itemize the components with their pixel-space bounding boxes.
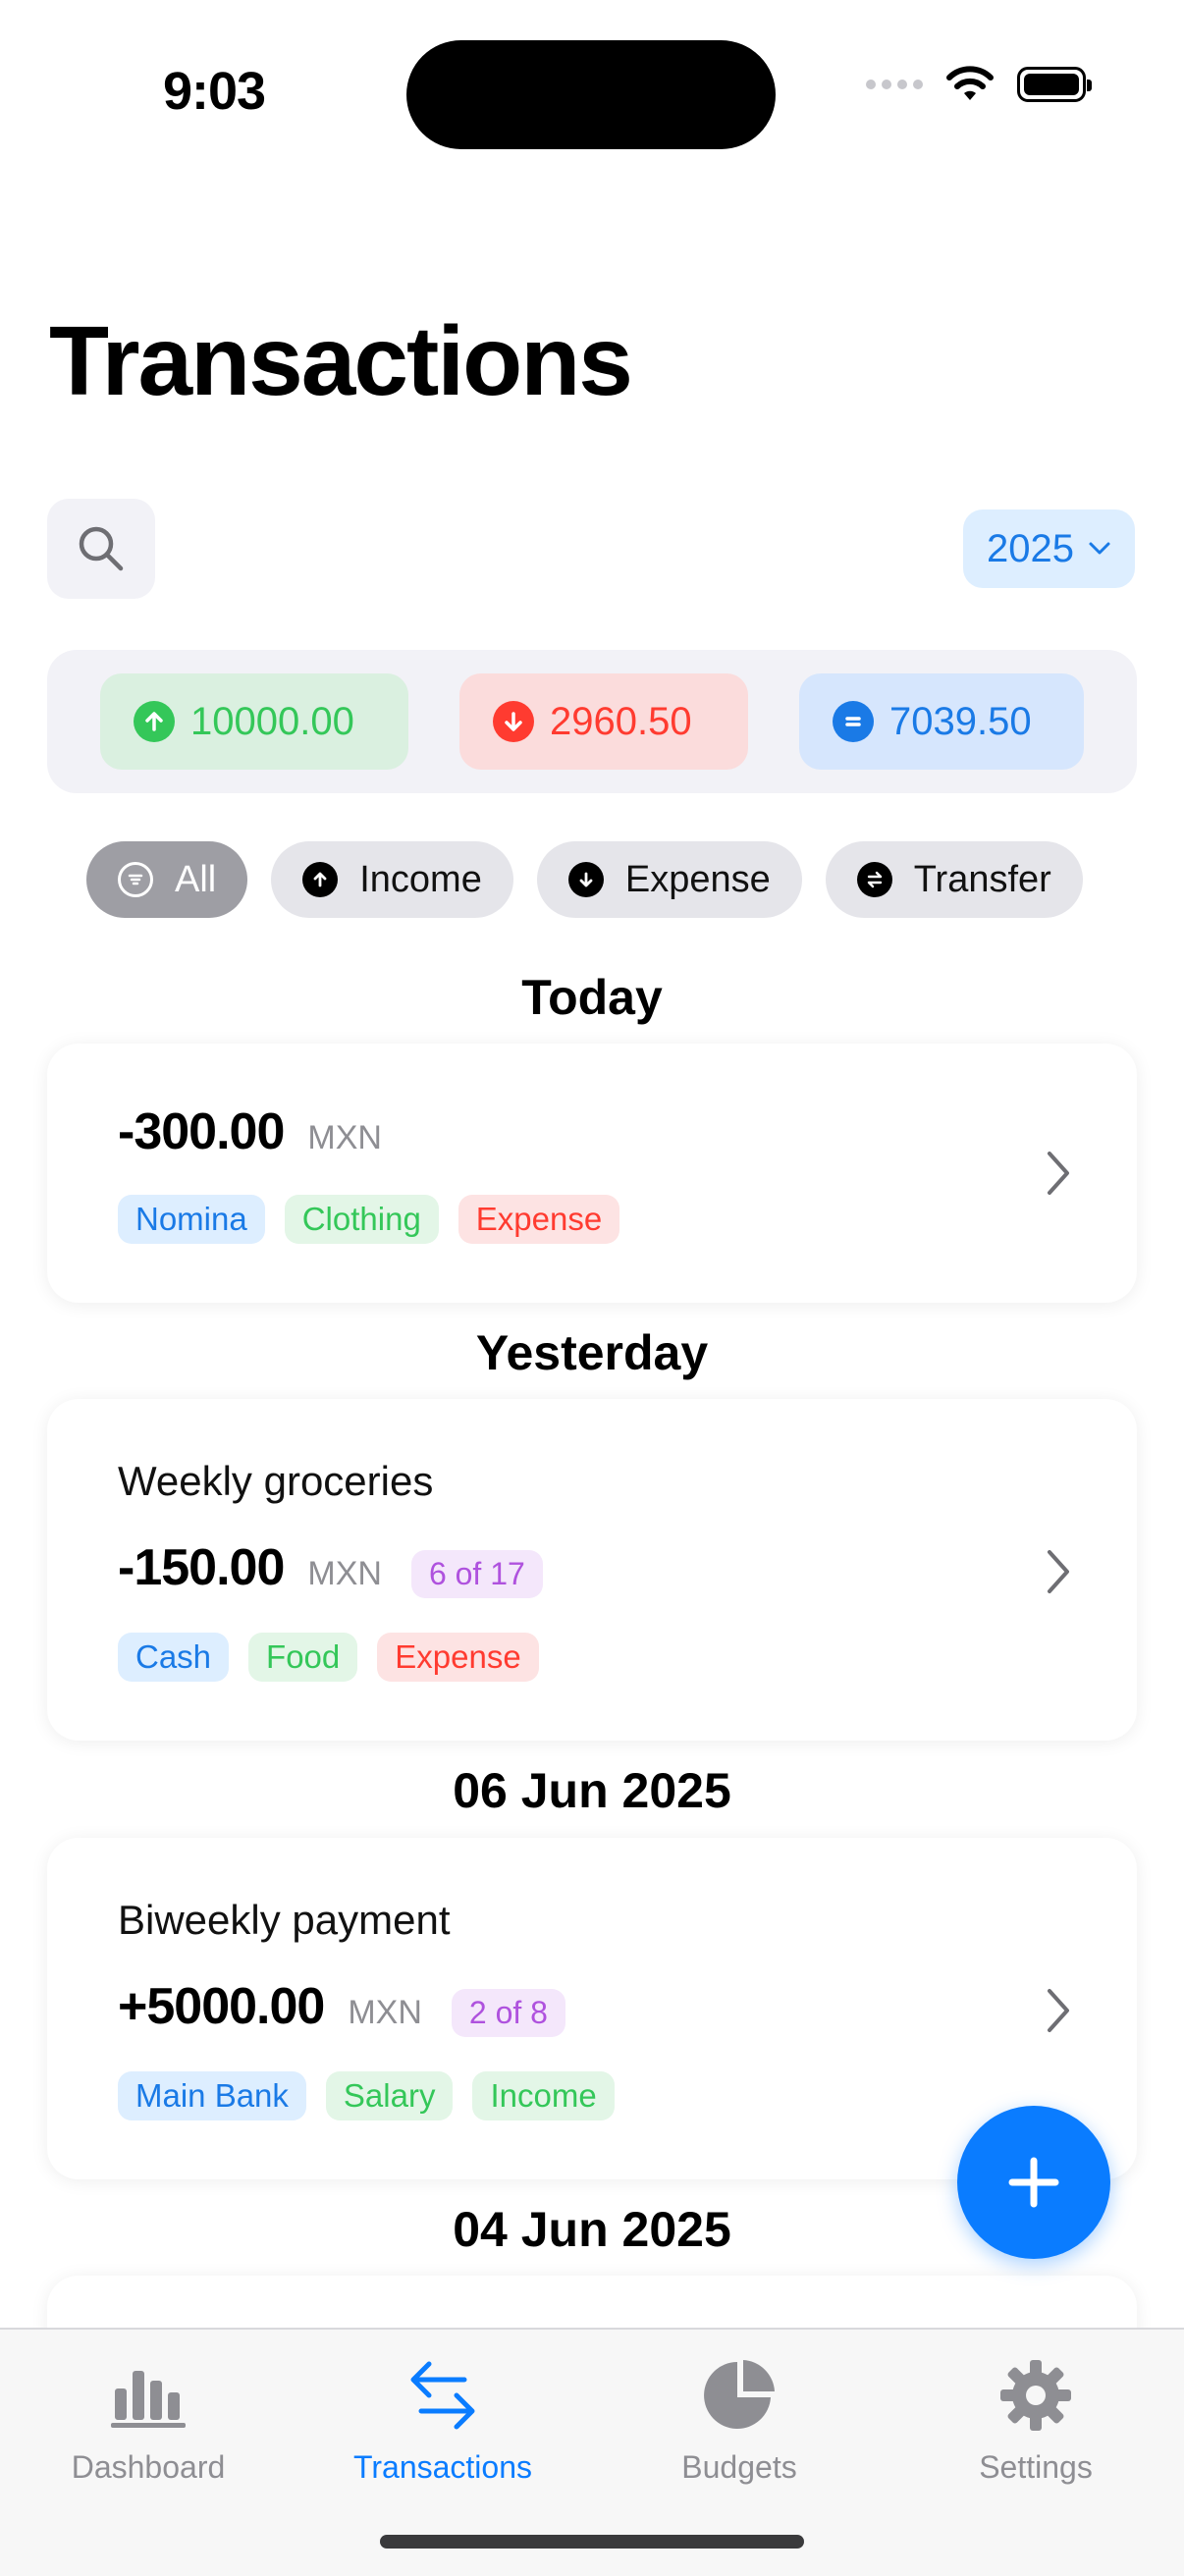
tab-label: Budgets (681, 2449, 797, 2485)
transaction-card[interactable]: Biweekly payment +5000.00 MXN 2 of 8 Mai… (47, 1838, 1137, 2179)
transaction-description: Weekly groceries (118, 1458, 434, 1504)
transaction-card[interactable]: -300.00 MXN Nomina Clothing Expense (47, 1044, 1137, 1303)
filter-income[interactable]: Income (271, 841, 513, 918)
add-transaction-button[interactable] (957, 2106, 1110, 2259)
type-tag: Income (472, 2071, 615, 2120)
transaction-amount: -300.00 (118, 1103, 285, 1160)
tab-budgets[interactable]: Budgets (592, 2351, 887, 2486)
status-time: 9:03 (163, 62, 266, 121)
category-tag: Salary (325, 2071, 454, 2120)
battery-icon (1017, 67, 1092, 102)
amount-row: -300.00 MXN (118, 1102, 382, 1161)
list-circle-icon (118, 862, 153, 897)
wifi-icon (946, 66, 994, 100)
home-indicator (380, 2535, 804, 2549)
filter-transfer[interactable]: Transfer (825, 841, 1083, 918)
income-total-pill: 10000.00 (100, 673, 408, 770)
filter-all[interactable]: All (86, 841, 248, 918)
arrow-down-circle-icon (493, 701, 534, 742)
type-filter-bar: All Income Expense Transfer (86, 841, 1083, 918)
filter-label: Expense (624, 858, 771, 900)
transaction-description: Biweekly payment (118, 1897, 451, 1943)
arrows-swap-icon (410, 2361, 475, 2430)
tag-list: Cash Food Expense (118, 1633, 539, 1682)
arrow-up-circle-icon (134, 701, 175, 742)
filter-expense[interactable]: Expense (536, 841, 802, 918)
chevron-right-icon (1048, 1550, 1069, 1593)
transaction-currency: MXN (307, 1555, 382, 1592)
amount-row: -150.00 MXN 6 of 17 (118, 1538, 543, 1598)
chevron-right-icon (1048, 1989, 1069, 2032)
equals-circle-icon (833, 701, 874, 742)
filter-label: All (175, 858, 217, 900)
tab-transactions[interactable]: Transactions (296, 2351, 590, 2486)
tag-list: Nomina Clothing Expense (118, 1195, 620, 1244)
tab-label: Dashboard (71, 2449, 226, 2485)
category-tag: Food (248, 1633, 358, 1682)
transaction-amount: +5000.00 (118, 1978, 325, 2035)
arrows-swap-circle-icon (856, 862, 892, 897)
status-icons (866, 65, 1092, 104)
transaction-currency: MXN (307, 1119, 382, 1156)
arrow-up-circle-icon (302, 862, 339, 897)
search-icon (79, 526, 124, 571)
arrow-down-circle-icon (567, 862, 604, 897)
tab-label: Transactions (353, 2449, 532, 2485)
income-total: 10000.00 (190, 699, 354, 743)
search-button[interactable] (47, 499, 155, 599)
summary-panel: 10000.00 2960.50 7039.50 (47, 650, 1137, 793)
expense-total-pill: 2960.50 (459, 673, 748, 770)
page-title: Transactions (49, 306, 633, 416)
section-header-date: 06 Jun 2025 (453, 1763, 731, 1818)
dynamic-island (406, 40, 776, 149)
tab-dashboard[interactable]: Dashboard (1, 2351, 296, 2486)
account-tag: Main Bank (118, 2071, 306, 2120)
gear-icon (1000, 2360, 1071, 2431)
expense-total: 2960.50 (550, 699, 692, 743)
installment-badge: 6 of 17 (410, 1550, 543, 1598)
transaction-amount: -150.00 (118, 1539, 285, 1596)
filter-label: Income (359, 858, 482, 900)
bar-chart-icon (111, 2371, 186, 2428)
type-tag: Expense (457, 1195, 620, 1244)
tab-label: Settings (979, 2449, 1093, 2485)
section-header-yesterday: Yesterday (475, 1325, 709, 1380)
balance-total-pill: 7039.50 (799, 673, 1084, 770)
filter-label: Transfer (913, 858, 1051, 900)
tag-list: Main Bank Salary Income (118, 2071, 615, 2120)
balance-total: 7039.50 (889, 699, 1032, 743)
transaction-currency: MXN (348, 1994, 422, 2031)
type-tag: Expense (377, 1633, 539, 1682)
year-selector[interactable]: 2025 (963, 510, 1135, 588)
year-selector-label: 2025 (987, 526, 1074, 570)
installment-badge: 2 of 8 (451, 1989, 565, 2037)
transaction-card[interactable]: Weekly groceries -150.00 MXN 6 of 17 Cas… (47, 1399, 1137, 1741)
chevron-down-icon (1089, 542, 1110, 555)
cellular-signal-icon (866, 80, 923, 89)
chevron-right-icon (1048, 1152, 1069, 1195)
section-header-today: Today (521, 970, 663, 1025)
amount-row: +5000.00 MXN 2 of 8 (118, 1977, 565, 2037)
pie-chart-icon (704, 2360, 775, 2429)
tab-settings[interactable]: Settings (888, 2351, 1183, 2486)
account-tag: Cash (118, 1633, 230, 1682)
plus-icon (1008, 2157, 1059, 2208)
category-tag: Clothing (284, 1195, 439, 1244)
account-tag: Nomina (118, 1195, 265, 1244)
